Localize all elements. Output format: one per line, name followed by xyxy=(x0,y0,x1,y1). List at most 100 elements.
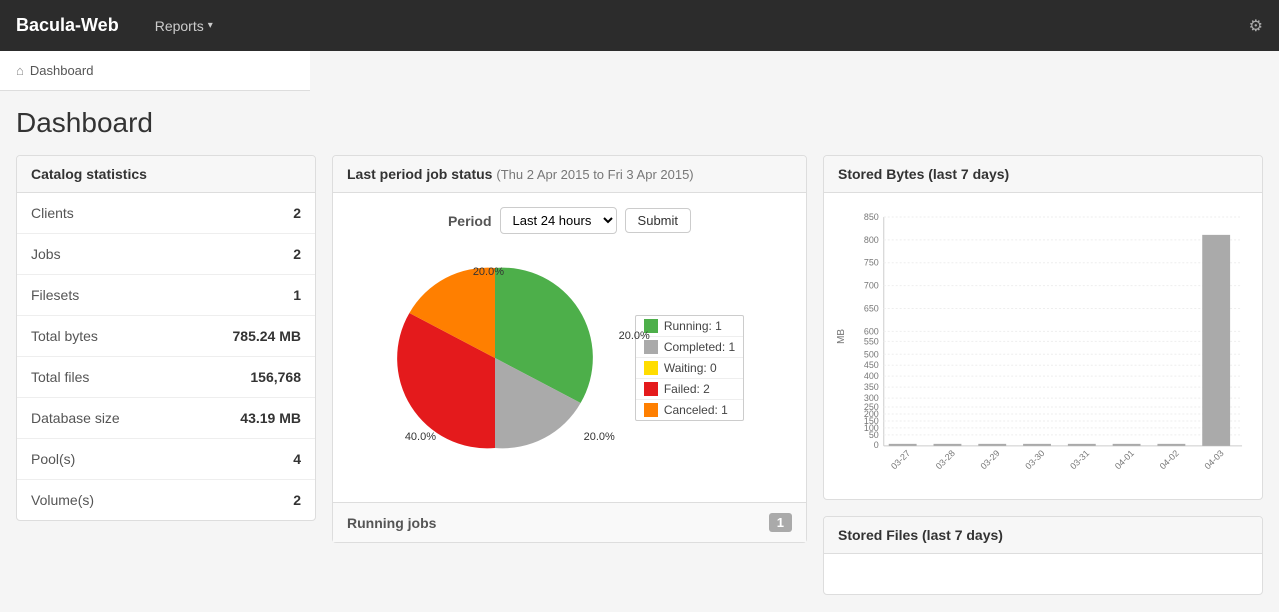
stat-value: 2 xyxy=(293,492,301,508)
job-status-title: Last period job status xyxy=(347,166,492,182)
catalog-stat-row: Database size 43.19 MB xyxy=(17,398,315,439)
bar-04-01 xyxy=(1113,444,1141,446)
stored-bytes-header: Stored Bytes (last 7 days) xyxy=(824,156,1262,193)
catalog-stat-row: Jobs 2 xyxy=(17,234,315,275)
svg-text:500: 500 xyxy=(864,349,879,359)
running-jobs-label: Running jobs xyxy=(347,515,436,531)
submit-button[interactable]: Submit xyxy=(625,208,691,233)
legend-table: Running: 1 Completed: 1 Waiting: 0 xyxy=(635,315,744,421)
catalog-panel: Catalog statistics Clients 2 Jobs 2 File… xyxy=(16,155,316,521)
stored-files-panel: Stored Files (last 7 days) xyxy=(823,516,1263,595)
legend-color-completed xyxy=(644,340,658,354)
stat-label: Clients xyxy=(31,205,74,221)
breadcrumb-label[interactable]: Dashboard xyxy=(30,63,94,78)
job-status-panel: Last period job status (Thu 2 Apr 2015 t… xyxy=(332,155,807,543)
svg-text:03-28: 03-28 xyxy=(934,448,957,471)
stat-label: Total bytes xyxy=(31,328,98,344)
pie-chart: 20.0% 20.0% 40.0% 20.0% xyxy=(395,258,615,478)
navbar: Bacula-Web Reports ▾ ⚙ xyxy=(0,0,1279,51)
bar-03-28 xyxy=(934,444,962,446)
breadcrumb: ⌂ Dashboard xyxy=(16,63,93,78)
stat-label: Filesets xyxy=(31,287,79,303)
reports-menu[interactable]: Reports ▾ xyxy=(143,0,225,51)
bar-04-02 xyxy=(1157,444,1185,446)
job-status-header: Last period job status (Thu 2 Apr 2015 t… xyxy=(333,156,806,193)
catalog-stat-row: Clients 2 xyxy=(17,193,315,234)
label-running-top: 20.0% xyxy=(473,266,504,278)
legend-label-failed: Failed: 2 xyxy=(664,382,710,396)
pie-chart-svg xyxy=(395,258,595,458)
svg-text:03-27: 03-27 xyxy=(889,448,912,471)
stat-value: 2 xyxy=(293,246,301,262)
bar-03-30 xyxy=(1023,444,1051,446)
stat-label: Pool(s) xyxy=(31,451,75,467)
pie-legend: Running: 1 Completed: 1 Waiting: 0 xyxy=(635,315,744,421)
stat-label: Total files xyxy=(31,369,89,385)
stat-value: 785.24 MB xyxy=(233,328,301,344)
stat-label: Volume(s) xyxy=(31,492,94,508)
stat-value: 156,768 xyxy=(250,369,301,385)
label-failed-bottom: 40.0% xyxy=(405,431,436,443)
legend-canceled: Canceled: 1 xyxy=(636,400,743,420)
stored-bytes-panel: Stored Bytes (last 7 days) MB 850 800 xyxy=(823,155,1263,500)
svg-text:850: 850 xyxy=(864,212,879,222)
brand-logo: Bacula-Web xyxy=(16,15,119,36)
svg-text:400: 400 xyxy=(864,371,879,381)
legend-completed: Completed: 1 xyxy=(636,337,743,358)
gear-button[interactable]: ⚙ xyxy=(1249,16,1263,36)
stat-label: Jobs xyxy=(31,246,61,262)
svg-text:03-30: 03-30 xyxy=(1023,448,1046,471)
svg-text:03-29: 03-29 xyxy=(979,448,1002,471)
label-completed-right: 20.0% xyxy=(619,330,650,342)
job-status-body: Period Last 24 hours Last 48 hours Last … xyxy=(333,193,806,502)
breadcrumb-bar: ⌂ Dashboard xyxy=(0,51,310,91)
svg-text:0: 0 xyxy=(874,440,879,450)
legend-label-canceled: Canceled: 1 xyxy=(664,403,728,417)
navbar-left: Bacula-Web Reports ▾ xyxy=(16,0,225,51)
legend-waiting: Waiting: 0 xyxy=(636,358,743,379)
job-status-subtitle: (Thu 2 Apr 2015 to Fri 3 Apr 2015) xyxy=(496,167,693,182)
stored-bytes-chart: MB 850 800 750 700 650 600 xyxy=(834,207,1252,486)
page-title: Dashboard xyxy=(16,107,1263,139)
stored-bytes-body: MB 850 800 750 700 650 600 xyxy=(824,193,1262,499)
legend-running: Running: 1 xyxy=(636,316,743,337)
svg-text:550: 550 xyxy=(864,336,879,346)
stat-label: Database size xyxy=(31,410,120,426)
svg-text:700: 700 xyxy=(864,281,879,291)
stat-value: 2 xyxy=(293,205,301,221)
svg-text:650: 650 xyxy=(864,303,879,313)
svg-text:800: 800 xyxy=(864,235,879,245)
legend-failed: Failed: 2 xyxy=(636,379,743,400)
running-jobs-row: Running jobs 1 xyxy=(333,502,806,542)
svg-text:450: 450 xyxy=(864,360,879,370)
catalog-panel-header: Catalog statistics xyxy=(17,156,315,193)
svg-text:04-02: 04-02 xyxy=(1158,448,1181,471)
catalog-stats-list: Clients 2 Jobs 2 Filesets 1 Total bytes … xyxy=(17,193,315,520)
right-panels: Stored Bytes (last 7 days) MB 850 800 xyxy=(823,155,1263,595)
bar-03-31 xyxy=(1068,444,1096,446)
svg-text:04-03: 04-03 xyxy=(1202,448,1225,471)
period-select[interactable]: Last 24 hours Last 48 hours Last week La… xyxy=(500,207,617,234)
catalog-stat-row: Pool(s) 4 xyxy=(17,439,315,480)
stored-files-body xyxy=(824,554,1262,594)
running-jobs-badge: 1 xyxy=(769,513,792,532)
stat-value: 4 xyxy=(293,451,301,467)
legend-label-completed: Completed: 1 xyxy=(664,340,735,354)
bar-04-03 xyxy=(1202,235,1230,446)
legend-color-waiting xyxy=(644,361,658,375)
dashboard-grid: Catalog statistics Clients 2 Jobs 2 File… xyxy=(16,155,1263,595)
label-canceled-right: 20.0% xyxy=(584,431,615,443)
page-content: Dashboard Catalog statistics Clients 2 J… xyxy=(0,91,1279,611)
home-icon[interactable]: ⌂ xyxy=(16,63,24,78)
legend-color-canceled xyxy=(644,403,658,417)
catalog-stat-row: Volume(s) 2 xyxy=(17,480,315,520)
svg-text:04-01: 04-01 xyxy=(1113,448,1136,471)
bar-03-27 xyxy=(889,444,917,446)
period-row: Period Last 24 hours Last 48 hours Last … xyxy=(347,207,792,234)
bar-03-29 xyxy=(978,444,1006,446)
svg-text:03-31: 03-31 xyxy=(1068,448,1091,471)
stat-value: 43.19 MB xyxy=(240,410,301,426)
svg-text:750: 750 xyxy=(864,258,879,268)
svg-text:350: 350 xyxy=(864,382,879,392)
svg-text:600: 600 xyxy=(864,326,879,336)
